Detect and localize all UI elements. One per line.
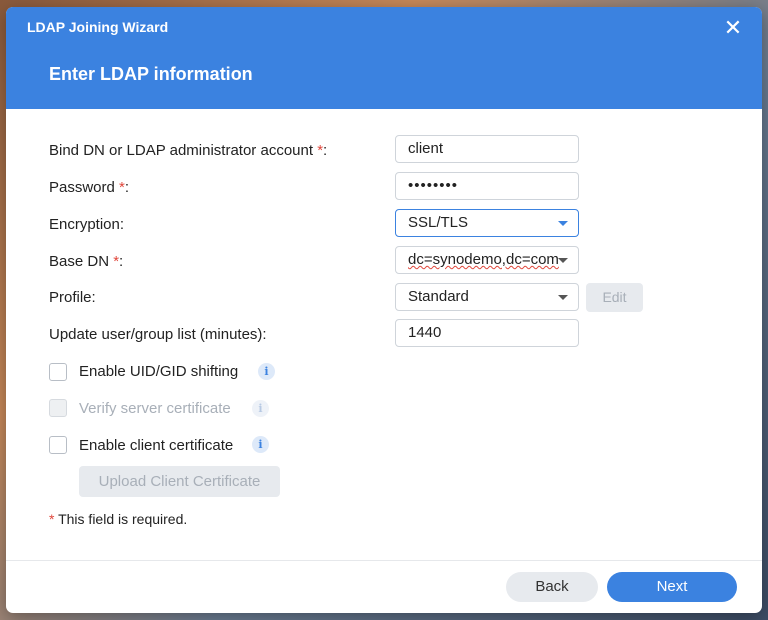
client-cert-checkbox[interactable] xyxy=(49,436,67,454)
profile-label: Profile: xyxy=(49,289,96,306)
footer-divider xyxy=(6,560,762,561)
required-note-text: This field is required. xyxy=(54,511,188,527)
bind-dn-value: client xyxy=(408,140,444,157)
ldap-wizard-dialog: LDAP Joining Wizard ✕ Enter LDAP informa… xyxy=(6,7,762,613)
password-value: •••••••• xyxy=(408,177,459,194)
label-colon: : xyxy=(119,253,124,270)
base-dn-value: dc=synodemo,dc=com xyxy=(408,251,559,268)
profile-edit-button[interactable]: Edit xyxy=(586,283,643,312)
next-button[interactable]: Next xyxy=(607,572,737,602)
base-dn-label: Base DN *: xyxy=(49,253,123,270)
info-icon[interactable]: i xyxy=(252,436,269,453)
password-label: Password *: xyxy=(49,179,129,196)
info-icon[interactable]: i xyxy=(258,363,275,380)
label-colon: : xyxy=(323,142,328,159)
uid-shift-label[interactable]: Enable UID/GID shifting xyxy=(79,363,238,380)
close-icon[interactable]: ✕ xyxy=(722,17,744,39)
password-input[interactable]: •••••••• xyxy=(395,172,579,200)
step-title: Enter LDAP information xyxy=(49,64,253,84)
verify-cert-label: Verify server certificate xyxy=(79,400,231,417)
verify-cert-checkbox xyxy=(49,399,67,417)
dialog-header: LDAP Joining Wizard ✕ Enter LDAP informa… xyxy=(6,7,762,109)
bind-dn-input[interactable]: client xyxy=(395,135,579,163)
profile-select[interactable]: Standard xyxy=(395,283,579,311)
password-label-text: Password xyxy=(49,179,115,196)
chevron-down-icon xyxy=(558,258,568,263)
required-field-note: * This field is required. xyxy=(49,511,187,527)
update-interval-input[interactable]: 1440 xyxy=(395,319,579,347)
info-icon: i xyxy=(252,400,269,417)
uid-shift-checkbox[interactable] xyxy=(49,363,67,381)
update-interval-label: Update user/group list (minutes): xyxy=(49,326,267,343)
profile-value: Standard xyxy=(408,288,469,305)
encryption-select[interactable]: SSL/TLS xyxy=(395,209,579,237)
update-interval-value: 1440 xyxy=(408,324,442,341)
bind-dn-label: Bind DN or LDAP administrator account *: xyxy=(49,142,327,159)
encryption-value: SSL/TLS xyxy=(408,214,469,231)
label-colon: : xyxy=(124,179,130,196)
base-dn-combobox[interactable]: dc=synodemo,dc=com xyxy=(395,246,579,274)
base-dn-label-text: Base DN xyxy=(49,253,110,270)
encryption-label: Encryption: xyxy=(49,216,125,233)
client-cert-label[interactable]: Enable client certificate xyxy=(79,437,233,454)
back-button[interactable]: Back xyxy=(506,572,598,602)
chevron-down-icon xyxy=(558,221,568,226)
chevron-down-icon xyxy=(558,295,568,300)
upload-client-certificate-button: Upload Client Certificate xyxy=(79,466,280,497)
window-title: LDAP Joining Wizard xyxy=(27,19,169,35)
bind-dn-label-text: Bind DN or LDAP administrator account xyxy=(49,142,314,159)
